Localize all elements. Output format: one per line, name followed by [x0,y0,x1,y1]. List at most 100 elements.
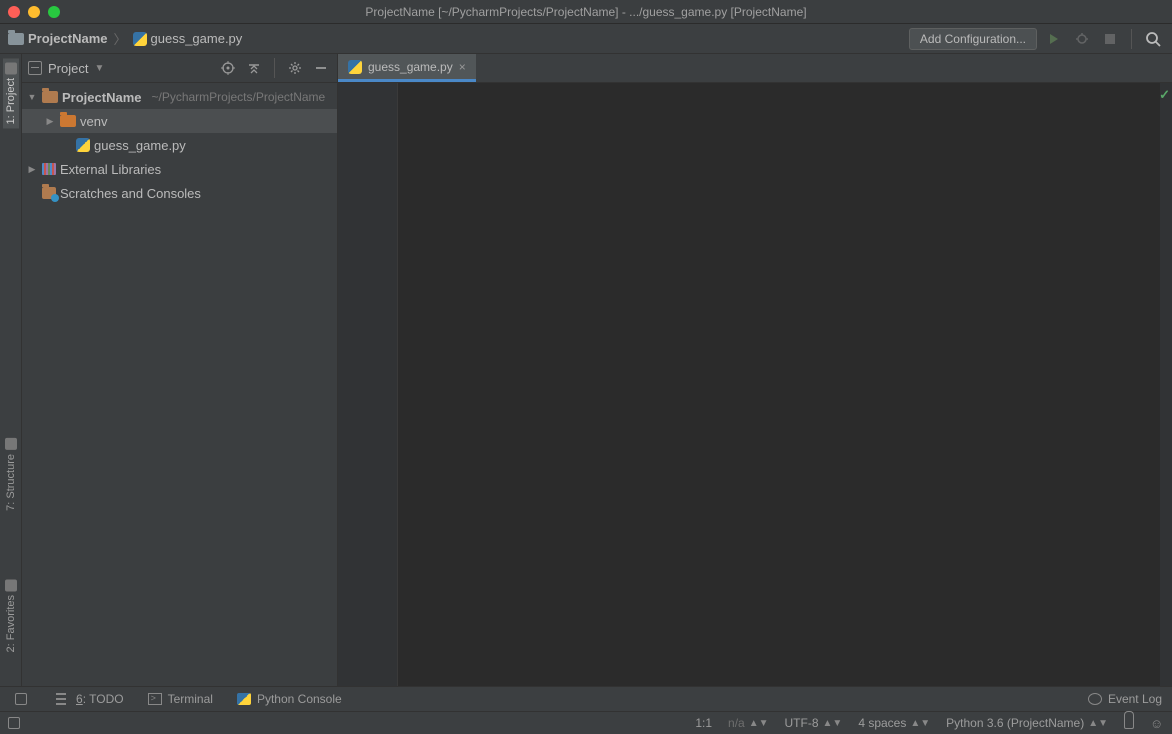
status-caret-label: 1:1 [695,716,712,730]
status-line-sep-label: n/a [728,716,745,730]
search-everywhere-button[interactable] [1142,28,1164,50]
bottom-tab-todo-label: : TODO [83,692,124,706]
todo-icon [56,693,70,705]
status-indent-label: 4 spaces [858,716,906,730]
event-log-icon [1088,693,1102,705]
toolbar-divider [1131,29,1132,49]
status-encoding-label: UTF-8 [785,716,819,730]
project-view-icon [28,61,42,75]
status-bar: 1:1 n/a ▲▼ UTF-8 ▲▼ 4 spaces ▲▼ Python 3… [0,711,1172,734]
chevron-down-icon: ▼ [94,63,104,74]
project-tab-icon [5,62,17,74]
structure-tab-icon [5,438,17,450]
toolbar-right: Add Configuration... [909,28,1164,50]
sidebar-tab-structure[interactable]: 7: Structure [3,434,19,515]
breadcrumb-project-label: ProjectName [28,31,107,46]
tree-item-external-libraries[interactable]: External Libraries [22,157,337,181]
python-file-icon [76,138,90,152]
bottom-tab-terminal-label: Terminal [168,692,213,706]
analysis-ok-icon[interactable]: ✓ [1159,87,1170,103]
tree-item-label: guess_game.py [94,138,186,153]
status-interpreter[interactable]: Python 3.6 (ProjectName) ▲▼ [946,716,1108,730]
python-console-icon [237,693,251,705]
tree-item-scratches[interactable]: Scratches and Consoles [22,181,337,205]
favorites-tab-icon [5,579,17,591]
bottom-tab-python-console-label: Python Console [257,692,342,706]
collapse-all-button[interactable] [244,58,264,78]
close-tab-button[interactable]: × [459,60,466,74]
tree-root[interactable]: ProjectName ~/PycharmProjects/ProjectNam… [22,85,337,109]
editor-tab-active[interactable]: guess_game.py × [338,54,476,82]
settings-button[interactable] [285,58,305,78]
libraries-icon [42,163,56,175]
hide-tool-window-button[interactable] [311,58,331,78]
breadcrumb-project[interactable]: ProjectName [8,31,107,46]
navigation-bar: ProjectName 〉 guess_game.py Add Configur… [0,24,1172,54]
bottom-tab-terminal[interactable]: Terminal [148,692,213,706]
locate-button[interactable] [218,58,238,78]
lock-icon [1124,717,1134,729]
sidebar-tab-favorites[interactable]: 2: Favorites [3,575,19,656]
hector-icon [1150,716,1164,730]
status-encoding[interactable]: UTF-8 ▲▼ [785,716,843,730]
python-file-icon [133,32,147,46]
tree-item-label: Scratches and Consoles [60,186,201,201]
sidebar-tab-project[interactable]: 1: Project [3,58,19,128]
editor-right-gutter: ✓ [1160,83,1172,686]
status-indent[interactable]: 4 spaces ▲▼ [858,716,930,730]
sidebar-tab-favorites-label: 2: Favorites [5,595,17,652]
expand-toggle[interactable] [26,92,38,103]
bottom-tab-todo[interactable]: 6: TODO [56,692,124,706]
updown-icon: ▲▼ [1088,718,1108,729]
terminal-icon [148,693,162,705]
breadcrumb: ProjectName 〉 guess_game.py [8,29,909,48]
tree-root-label: ProjectName [62,90,141,105]
project-tool-title-label: Project [48,61,88,76]
status-line-separator[interactable]: n/a ▲▼ [728,716,768,730]
status-caret-position[interactable]: 1:1 [695,716,712,730]
breadcrumb-file[interactable]: guess_game.py [133,31,243,46]
sidebar-tab-structure-label: 7: Structure [5,454,17,511]
quick-access-icon[interactable] [15,693,27,705]
breadcrumb-separator: 〉 [113,29,126,48]
editor-tabs: guess_game.py × [338,54,1172,83]
add-configuration-button[interactable]: Add Configuration... [909,28,1037,50]
run-button[interactable] [1043,28,1065,50]
updown-icon: ▲▼ [749,718,769,729]
project-tool-window: Project ▼ ProjectName ~/PycharmPro [22,54,338,686]
editor-text-area[interactable] [398,83,1160,686]
status-readonly-toggle[interactable] [1124,717,1134,729]
bottom-tab-event-log[interactable]: Event Log [1088,692,1162,706]
tree-item-label: External Libraries [60,162,161,177]
python-file-icon [348,60,362,74]
main-area: 1: Project 7: Structure 2: Favorites Pro… [0,54,1172,686]
status-inspections[interactable] [1150,716,1164,730]
debug-button[interactable] [1071,28,1093,50]
bottom-tab-todo-key: 6 [76,692,83,706]
tool-windows-toggle[interactable] [8,717,20,729]
stop-button[interactable] [1099,28,1121,50]
left-tool-gutter: 1: Project 7: Structure 2: Favorites [0,54,22,686]
updown-icon: ▲▼ [910,718,930,729]
bottom-tab-event-log-label: Event Log [1108,692,1162,706]
project-tool-title[interactable]: Project ▼ [28,61,212,76]
folder-icon [8,33,24,45]
tree-item-venv[interactable]: venv [22,109,337,133]
tree-item-file[interactable]: guess_game.py [22,133,337,157]
scratches-icon [42,187,56,199]
editor-gutter[interactable] [338,83,398,686]
editor-column: guess_game.py × ✓ [338,54,1172,686]
project-tree[interactable]: ProjectName ~/PycharmProjects/ProjectNam… [22,83,337,686]
tree-item-label: venv [80,114,107,129]
expand-toggle[interactable] [26,164,38,175]
bottom-tool-tabs: 6: TODO Terminal Python Console Event Lo… [0,686,1172,711]
bottom-tab-python-console[interactable]: Python Console [237,692,342,706]
status-interpreter-label: Python 3.6 (ProjectName) [946,716,1084,730]
header-divider [274,58,275,78]
editor-tab-label: guess_game.py [368,60,453,74]
expand-toggle[interactable] [44,116,56,127]
folder-icon [60,115,76,127]
editor-body: ✓ [338,83,1172,686]
sidebar-tab-project-label: 1: Project [5,78,17,124]
window-title: ProjectName [~/PycharmProjects/ProjectNa… [0,5,1172,19]
